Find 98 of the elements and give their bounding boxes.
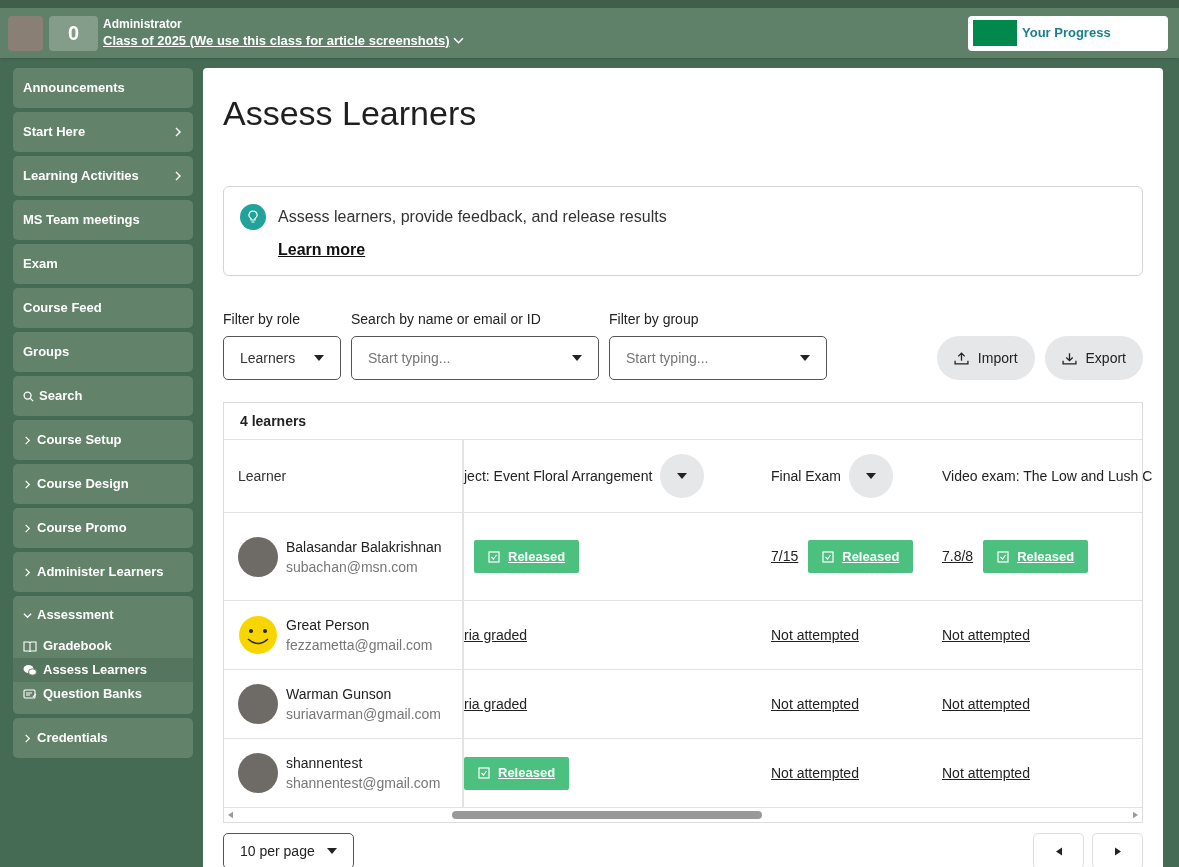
status-link[interactable]: Not attempted bbox=[771, 693, 859, 715]
status-link[interactable]: Not attempted bbox=[942, 693, 1030, 715]
column-menu-button[interactable] bbox=[849, 454, 894, 498]
chevron-down-icon bbox=[452, 35, 464, 46]
progress-swatch bbox=[973, 20, 1017, 46]
caret-down-icon bbox=[800, 355, 810, 361]
sidebar-item[interactable]: Groups bbox=[13, 332, 193, 372]
caret-down-icon bbox=[677, 473, 688, 479]
caret-down-icon bbox=[572, 355, 582, 361]
sidebar-subitem[interactable]: Question Banks bbox=[13, 682, 193, 706]
learner-email: shannentest@gmail.com bbox=[286, 774, 441, 793]
sidebar-section[interactable]: Administer Learners bbox=[13, 552, 193, 592]
book-icon bbox=[23, 640, 37, 652]
learner-name: shannentest bbox=[286, 754, 364, 773]
scroll-right-icon[interactable] bbox=[1133, 811, 1138, 819]
chat-bubbles-icon bbox=[23, 664, 37, 676]
learn-more-link[interactable]: Learn more bbox=[278, 238, 366, 262]
avatar-photo-placeholder bbox=[238, 753, 278, 793]
learner-name: Great Person bbox=[286, 616, 371, 635]
previous-page-button[interactable] bbox=[1033, 833, 1084, 867]
per-page-dropdown[interactable]: 10 per page bbox=[223, 833, 354, 867]
column-header: Final Exam bbox=[771, 466, 842, 486]
column-header: Video exam: The Low and Lush C bbox=[942, 466, 1153, 486]
smiley-face-icon bbox=[238, 615, 278, 655]
chevron-right-icon bbox=[173, 170, 183, 182]
info-text: Assess learners, provide feedback, and release results bbox=[278, 207, 667, 227]
scrollbar-thumb[interactable] bbox=[452, 811, 762, 819]
score-link[interactable]: 7/15 bbox=[771, 546, 799, 567]
avatar-photo-placeholder bbox=[238, 684, 278, 724]
next-page-button[interactable] bbox=[1092, 833, 1143, 867]
learner-email: subachan@msn.com bbox=[286, 557, 419, 577]
checkbox-icon bbox=[488, 550, 500, 563]
sidebar-section[interactable]: Course Design bbox=[13, 464, 193, 504]
learner-email: fezzametta@gmail.com bbox=[286, 636, 433, 655]
sidebar-item[interactable]: Search bbox=[13, 376, 193, 416]
caret-left-icon bbox=[1055, 846, 1062, 856]
sidebar-item[interactable]: Exam bbox=[13, 244, 193, 284]
sidebar-section[interactable]: Assessment Gradebook Assess Learners Question Banks bbox=[13, 596, 193, 714]
progress-card[interactable]: Your Progress bbox=[968, 15, 1168, 51]
status-link[interactable]: Not attempted bbox=[942, 624, 1030, 646]
class-selector-link[interactable]: Class of 2025 (We use this class for article screenshots) bbox=[103, 31, 464, 50]
column-header: Learner bbox=[238, 466, 287, 486]
search-dropdown[interactable]: Start typing... bbox=[609, 336, 827, 380]
checkbox-icon bbox=[478, 767, 490, 779]
scroll-left-icon[interactable] bbox=[228, 811, 233, 819]
sidebar-item[interactable]: Start Here bbox=[13, 112, 193, 152]
progress-label: Your Progress bbox=[1022, 24, 1111, 43]
status-link[interactable]: ria graded bbox=[464, 624, 528, 646]
caret-down-icon bbox=[314, 355, 324, 361]
download-icon bbox=[1061, 350, 1077, 366]
learner-email: suriavarman@gmail.com bbox=[286, 705, 442, 724]
status-link[interactable]: ria graded bbox=[464, 693, 528, 715]
sidebar-section[interactable]: Course Promo bbox=[13, 508, 193, 548]
score-link[interactable]: 7.8/8 bbox=[942, 546, 974, 567]
sidebar-subitem[interactable]: Gradebook bbox=[13, 634, 193, 658]
search-icon bbox=[23, 390, 34, 402]
checkbox-icon bbox=[822, 550, 835, 563]
filter-label: Search by name or email or ID bbox=[351, 310, 542, 329]
sidebar-item[interactable]: Announcements bbox=[13, 68, 193, 108]
chevron-right-icon bbox=[23, 435, 32, 445]
filter-label: Filter by role bbox=[223, 310, 302, 329]
avatar-photo-placeholder bbox=[238, 536, 278, 577]
page-title: Assess Learners bbox=[223, 93, 478, 134]
sidebar-item[interactable]: Course Feed bbox=[13, 288, 193, 328]
sidebar-subitem[interactable]: Assess Learners bbox=[13, 658, 193, 682]
caret-down-icon bbox=[326, 848, 337, 854]
chevron-right-icon bbox=[23, 567, 32, 577]
status-link[interactable]: Not attempted bbox=[942, 762, 1030, 784]
sidebar-section[interactable]: Course Setup bbox=[13, 420, 193, 460]
lightbulb-icon bbox=[240, 204, 266, 230]
filter-label: Filter by group bbox=[609, 310, 700, 329]
caret-down-icon bbox=[866, 473, 877, 479]
search-dropdown[interactable]: Start typing... bbox=[351, 336, 599, 380]
points-counter: 0 bbox=[49, 15, 98, 51]
column-header: ject: Event Floral Arrangement bbox=[464, 466, 653, 486]
status-link[interactable]: Not attempted bbox=[771, 624, 859, 646]
learner-name: Warman Gunson bbox=[286, 685, 393, 704]
edit-note-icon bbox=[23, 688, 37, 700]
import-button[interactable]: Import bbox=[936, 336, 1035, 380]
avatar-photo-placeholder bbox=[8, 15, 43, 51]
learner-count: 4 learners bbox=[240, 411, 307, 431]
checkbox-icon bbox=[997, 550, 1010, 563]
upload-icon bbox=[953, 350, 969, 366]
sidebar-section[interactable]: Credentials bbox=[13, 718, 193, 758]
caret-right-icon bbox=[1114, 846, 1121, 856]
sidebar-item[interactable]: Learning Activities bbox=[13, 156, 193, 196]
sidebar-item[interactable]: MS Team meetings bbox=[13, 200, 193, 240]
status-link[interactable]: Not attempted bbox=[771, 762, 859, 784]
chevron-right-icon bbox=[23, 733, 32, 743]
chevron-down-icon bbox=[23, 610, 32, 620]
role-label: Administrator bbox=[103, 16, 183, 32]
column-menu-button[interactable] bbox=[660, 454, 705, 498]
learner-name: Balasandar Balakrishnan bbox=[286, 537, 442, 557]
chevron-right-icon bbox=[23, 523, 32, 533]
chevron-right-icon bbox=[173, 126, 183, 138]
chevron-right-icon bbox=[23, 479, 32, 489]
export-button[interactable]: Export bbox=[1044, 336, 1143, 380]
role-dropdown[interactable]: Learners bbox=[223, 336, 341, 380]
